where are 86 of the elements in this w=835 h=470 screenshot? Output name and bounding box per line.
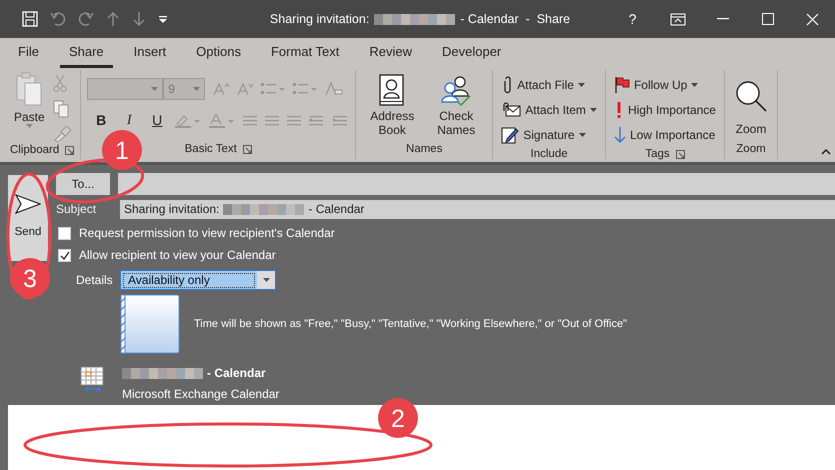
- ribbon-tab[interactable]: Format Text: [262, 38, 348, 68]
- save-icon[interactable]: [22, 11, 38, 27]
- caret-icon: [590, 108, 597, 112]
- details-dropdown[interactable]: Availability only: [120, 270, 276, 290]
- ribbon-button[interactable]: Zoom: [730, 70, 771, 141]
- decrease-indent-icon[interactable]: [309, 114, 326, 126]
- clear-formatting-icon[interactable]: [325, 82, 344, 96]
- bullets-icon[interactable]: [261, 82, 286, 96]
- up-arrow-icon[interactable]: [106, 11, 120, 27]
- caret-icon: [193, 87, 200, 91]
- callout-number: 1: [102, 130, 142, 170]
- increase-indent-icon[interactable]: [333, 114, 350, 126]
- copy-icon[interactable]: [52, 100, 69, 118]
- help-button[interactable]: ?: [610, 0, 655, 38]
- ribbon-tab[interactable]: Developer: [433, 38, 510, 68]
- ribbon-button[interactable]: Attach File: [499, 74, 599, 96]
- group-label: Tags: [645, 147, 670, 162]
- send-icon: [15, 194, 41, 214]
- address-book-icon[interactable]: [379, 74, 406, 106]
- ribbon-tab[interactable]: Insert: [124, 38, 176, 68]
- option-label: Allow recipient to view your Calendar: [79, 247, 276, 264]
- shrink-font-icon[interactable]: [237, 82, 254, 96]
- shared-calendar-icon: [80, 366, 106, 392]
- format-painter-icon[interactable]: [52, 126, 71, 142]
- window-title: Sharing invitation:: [270, 10, 370, 28]
- calendar-preview-icon: [120, 294, 180, 354]
- message-body[interactable]: [8, 405, 835, 470]
- customize-menu-icon[interactable]: [158, 14, 168, 24]
- group-label: Names: [406, 142, 442, 157]
- window-title: - Calendar - Share: [460, 10, 570, 28]
- caret-icon: [262, 278, 270, 282]
- signature-icon[interactable]: [501, 126, 520, 144]
- group-label: Basic Text: [184, 142, 237, 157]
- align-right-icon[interactable]: [287, 114, 302, 126]
- caret-icon: [151, 87, 158, 91]
- ribbon-tab[interactable]: Options: [187, 38, 250, 68]
- ribbon-display-icon[interactable]: [670, 12, 686, 26]
- undo-icon[interactable]: [50, 11, 66, 27]
- calendar-name: - Calendar: [207, 365, 266, 382]
- field-label: Subject: [56, 201, 98, 218]
- caret-icon: [26, 124, 33, 128]
- ribbon-button[interactable]: Follow Up: [612, 74, 718, 96]
- caret-icon: [578, 83, 585, 87]
- zoom-magnifier-icon[interactable]: [734, 80, 767, 112]
- to-button[interactable]: To...: [56, 173, 110, 195]
- callout-number: 3: [10, 258, 50, 298]
- font-color-icon[interactable]: [209, 114, 236, 128]
- highlight-icon[interactable]: [175, 114, 202, 128]
- ribbon-button[interactable]: Signature: [499, 124, 599, 146]
- option-label: Request permission to view recipient's Calendar: [79, 225, 335, 242]
- caret-icon: [578, 133, 586, 137]
- ribbon-button[interactable]: Check Names: [426, 70, 486, 141]
- to-field[interactable]: [118, 173, 835, 195]
- ribbon-tab[interactable]: Review: [360, 38, 421, 68]
- ribbon-button[interactable]: Attach Item: [499, 99, 599, 121]
- callout-number: 2: [378, 398, 418, 438]
- check-names-icon[interactable]: [440, 74, 472, 106]
- collapse-ribbon-icon[interactable]: [821, 149, 831, 155]
- redo-icon[interactable]: [78, 11, 94, 27]
- ribbon-tab[interactable]: File: [9, 38, 48, 68]
- numbering-icon[interactable]: [293, 82, 318, 96]
- flag-icon[interactable]: [614, 76, 630, 94]
- caret-icon: [691, 83, 698, 87]
- down-arrow-icon[interactable]: [614, 126, 626, 144]
- down-arrow-icon[interactable]: [132, 11, 146, 27]
- attach-item-icon[interactable]: [501, 102, 522, 118]
- close-icon[interactable]: [806, 12, 819, 26]
- maximize-icon[interactable]: [762, 13, 774, 25]
- grow-font-icon[interactable]: [213, 82, 230, 96]
- ribbon-button[interactable]: High Importance: [612, 99, 718, 121]
- ribbon-button[interactable]: Address Book: [362, 70, 422, 141]
- subject-field[interactable]: Sharing invitation: - Calendar: [120, 200, 835, 218]
- group-label: Zoom: [736, 142, 766, 157]
- preview-description: Time will be shown as "Free," "Busy," "Tentative," "Working Elsewhere," or "Out of Office": [194, 316, 627, 332]
- align-left-icon[interactable]: [243, 114, 258, 126]
- dialog-launcher-icon[interactable]: [676, 150, 685, 160]
- group-label: Clipboard: [10, 143, 60, 158]
- field-label: Details: [76, 272, 114, 289]
- align-center-icon[interactable]: [265, 114, 280, 126]
- calendar-type: Microsoft Exchange Calendar: [122, 386, 280, 403]
- checkbox[interactable]: [58, 248, 71, 262]
- cut-icon[interactable]: [52, 74, 67, 92]
- ribbon-button[interactable]: Low Importance: [612, 124, 718, 146]
- checkbox[interactable]: [58, 226, 71, 240]
- minimize-icon[interactable]: [716, 18, 728, 20]
- group-label: Include: [530, 147, 568, 162]
